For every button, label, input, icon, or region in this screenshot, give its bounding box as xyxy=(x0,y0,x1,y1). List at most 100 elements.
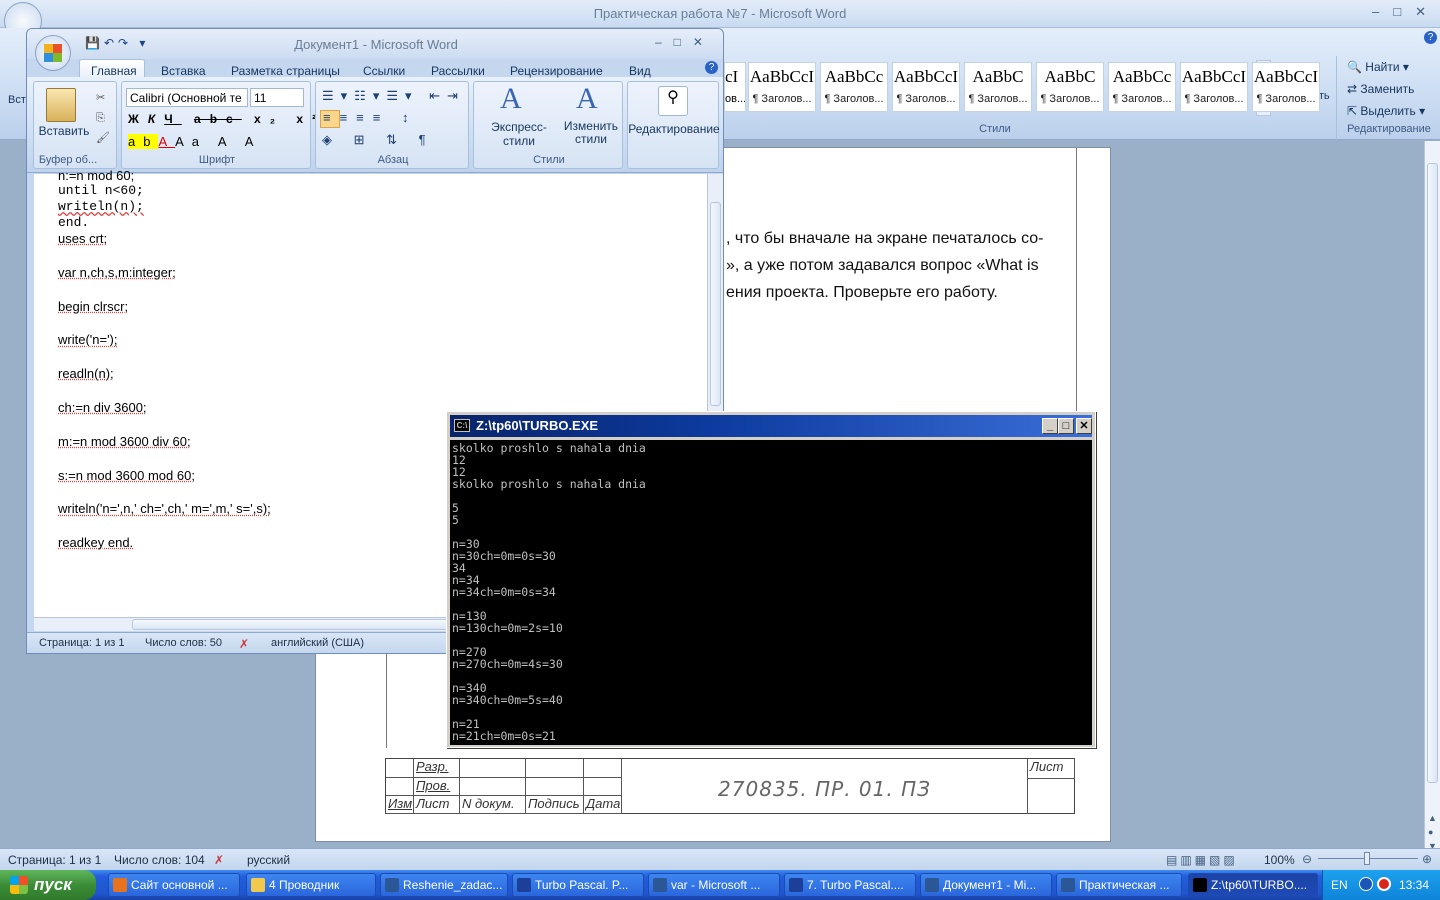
taskbar-item[interactable]: Reshenie_zadac... xyxy=(380,873,508,897)
taskbar-item-label: 7. Turbo Pascal.... xyxy=(807,878,904,892)
taskbar-item[interactable]: Практическая ... xyxy=(1056,873,1182,897)
console-output[interactable]: skolko proshlo s nahala dnia 12 12 skolko p… xyxy=(450,440,1092,745)
style-gallery-item[interactable]: AaBbCcI ¶ Заголов... xyxy=(892,62,960,112)
start-button[interactable]: пуск xyxy=(0,870,96,900)
console-line: skolko proshlo s nahala dnia xyxy=(452,477,646,491)
tab-5[interactable]: Рецензирование xyxy=(510,64,603,78)
main-vertical-scrollbar[interactable]: ▲ ● ▼ xyxy=(1424,141,1440,851)
doc1-scroll-thumb[interactable] xyxy=(710,202,721,406)
main-status-page[interactable]: Страница: 1 из 1 xyxy=(8,853,101,867)
tray-opera-icon[interactable] xyxy=(1377,877,1391,891)
taskbar-item[interactable]: Сайт основной ... xyxy=(108,873,240,897)
taskbar-app-icon xyxy=(1061,878,1075,892)
font-name-select[interactable]: Calibri (Основной те xyxy=(126,88,248,107)
help-icon[interactable]: ? xyxy=(1424,31,1437,44)
doc-text-line-3: ения проекта. Проверьте его работу. xyxy=(726,284,998,301)
style-gallery-item[interactable]: AaBbCc ¶ Заголов... xyxy=(1108,62,1176,112)
style-sample: AaBbCcI xyxy=(1253,67,1319,86)
editing-doc1-button[interactable]: Редактирование xyxy=(628,122,720,136)
style-gallery-item[interactable]: AaBbC ¶ Заголов... xyxy=(964,62,1032,112)
tab-6[interactable]: Вид xyxy=(629,64,651,78)
console-titlebar[interactable]: C:\ Z:\tp60\TURBO.EXE _ □ ✕ xyxy=(450,415,1092,437)
console-minimize-button[interactable]: _ xyxy=(1042,418,1058,434)
code-cut-line: n:=n mod 60; xyxy=(58,168,135,183)
taskbar-item[interactable]: Z:\tp60\TURBO.... xyxy=(1188,873,1318,897)
zoom-slider[interactable]: ⊖ ⊕ xyxy=(1300,852,1436,866)
main-scroll-thumb[interactable] xyxy=(1427,163,1438,783)
align-buttons[interactable]: ≡≡≡≡ ↕ xyxy=(323,110,417,125)
font-color-buttons[interactable]: abAAa A A xyxy=(128,134,261,149)
replace-button[interactable]: ⇄ Заменить xyxy=(1347,82,1414,96)
paste-partial-label[interactable]: Вст xyxy=(8,94,26,106)
clipboard-small-icons[interactable]: ✂ ⎘ 🖌 xyxy=(96,88,110,148)
window-controls[interactable]: –□✕ xyxy=(1372,4,1440,20)
tab-0[interactable]: Главная xyxy=(91,64,137,78)
style-gallery-item[interactable]: AaBbC ¶ Заголов... xyxy=(1036,62,1104,112)
tab-2[interactable]: Разметка страницы xyxy=(231,64,340,78)
style-sample: AaBbCcI xyxy=(1181,67,1247,86)
document1-titlebar[interactable]: 💾↶↷ ▾ Документ1 - Microsoft Word –□✕ xyxy=(27,29,723,71)
tray-bluetooth-icon[interactable] xyxy=(1359,877,1373,891)
select-button[interactable]: ⇱ Выделить ▾ xyxy=(1347,104,1425,118)
list-buttons[interactable]: ☰▾☷▾☰▾ ⇤⇥ xyxy=(322,88,465,104)
editing-group: 🔍 Найти ▾ ⇄ Заменить ⇱ Выделить ▾ Редакт… xyxy=(1336,56,1440,140)
main-window-title: Практическая работа №7 - Microsoft Word xyxy=(593,6,847,21)
console-close-button[interactable]: ✕ xyxy=(1076,418,1092,434)
font-size-select[interactable]: 11 xyxy=(250,88,304,107)
main-status-language[interactable]: русский xyxy=(247,853,290,867)
main-status-words[interactable]: Число слов: 104 xyxy=(114,853,205,867)
taskbar-item[interactable]: var - Microsoft ... xyxy=(648,873,780,897)
express-styles-button[interactable]: Экспресс-стили xyxy=(476,120,562,148)
zoom-in-icon[interactable]: ⊕ xyxy=(1422,852,1432,866)
tab-4[interactable]: Рассылки xyxy=(431,64,485,78)
main-window-titlebar[interactable]: Практическая работа №7 - Microsoft Word … xyxy=(0,0,1440,40)
taskbar-app-icon xyxy=(113,878,127,892)
system-tray: EN 13:34 xyxy=(1322,870,1440,900)
doc1-window-controls[interactable]: –□✕ xyxy=(655,35,715,49)
taskbar-item[interactable]: Turbo Pascal. P... xyxy=(512,873,644,897)
tab-3[interactable]: Ссылки xyxy=(363,64,405,78)
doc1-status-words[interactable]: Число слов: 50 xyxy=(145,637,222,649)
replace-icon: ⇄ xyxy=(1347,82,1358,96)
style-sample: AaBbCc xyxy=(1112,67,1172,86)
language-indicator[interactable]: EN xyxy=(1331,878,1348,892)
style-sample: AaBbCcI xyxy=(893,67,959,86)
doc-text-line-2: », а уже потом задавался вопрос «What is xyxy=(726,257,1039,274)
zoom-out-icon[interactable]: ⊖ xyxy=(1302,852,1312,866)
change-styles-doc1-button[interactable]: Изменить стили xyxy=(562,120,620,146)
font-color-icon[interactable]: A xyxy=(158,134,175,149)
editing-group-doc1: ⚲ Редактирование xyxy=(627,81,720,169)
doc1-hscroll-thumb[interactable] xyxy=(132,619,462,630)
main-status-zoom[interactable]: 100% xyxy=(1264,853,1295,867)
doc1-status-language[interactable]: английский (США) xyxy=(271,637,364,649)
taskbar-item[interactable]: 4 Проводник xyxy=(246,873,376,897)
tab-1[interactable]: Вставка xyxy=(161,64,206,78)
font-format-buttons[interactable]: ЖКЧ abc x₂ x² xyxy=(128,112,325,126)
code-line: m:=n mod 3600 div 60; xyxy=(58,433,191,449)
browse-object-buttons[interactable]: ▲ ● ▼ xyxy=(1428,811,1437,853)
taskbar-item[interactable]: 7. Turbo Pascal.... xyxy=(784,873,916,897)
doc1-status-page[interactable]: Страница: 1 из 1 xyxy=(39,637,125,649)
console-maximize-button[interactable]: □ xyxy=(1058,418,1074,434)
stamp-cell xyxy=(460,759,526,778)
style-gallery-item[interactable]: AaBbCcI ¶ Заголов... xyxy=(1180,62,1248,112)
doc1-spellcheck-icon[interactable]: ✗ xyxy=(239,637,249,651)
stamp-cell xyxy=(386,778,414,796)
clipboard-group-label: Буфер об... xyxy=(38,154,98,166)
style-gallery-item[interactable]: AaBbCcI ¶ Заголов... xyxy=(748,62,816,112)
style-gallery-item[interactable]: AaBbCc ¶ Заголов... xyxy=(820,62,888,112)
zoom-thumb[interactable] xyxy=(1364,852,1370,865)
shading-border-buttons[interactable]: ◈ ⊞ ⇅ ¶ xyxy=(322,132,435,148)
view-buttons[interactable]: ▤▥▦▧▨ xyxy=(1166,853,1238,867)
style-gallery-item[interactable]: AaBbCcI ¶ Заголов... xyxy=(1252,62,1320,112)
taskbar-item[interactable]: Документ1 - Mi... xyxy=(920,873,1052,897)
style-partial[interactable]: cI ов... xyxy=(724,62,746,112)
taskbar-item-label: 4 Проводник xyxy=(269,878,340,892)
find-button[interactable]: 🔍 Найти ▾ xyxy=(1347,60,1409,74)
cursor-icon: ⇱ xyxy=(1347,104,1358,118)
highlight-icon[interactable]: ab xyxy=(128,134,159,149)
doc1-help-icon[interactable]: ? xyxy=(705,61,718,74)
paste-button[interactable]: Вставить xyxy=(36,124,92,138)
turbo-console-window[interactable]: C:\ Z:\tp60\TURBO.EXE _ □ ✕ skolko prosh… xyxy=(446,411,1096,748)
spellcheck-icon[interactable]: ✗ xyxy=(214,853,224,867)
